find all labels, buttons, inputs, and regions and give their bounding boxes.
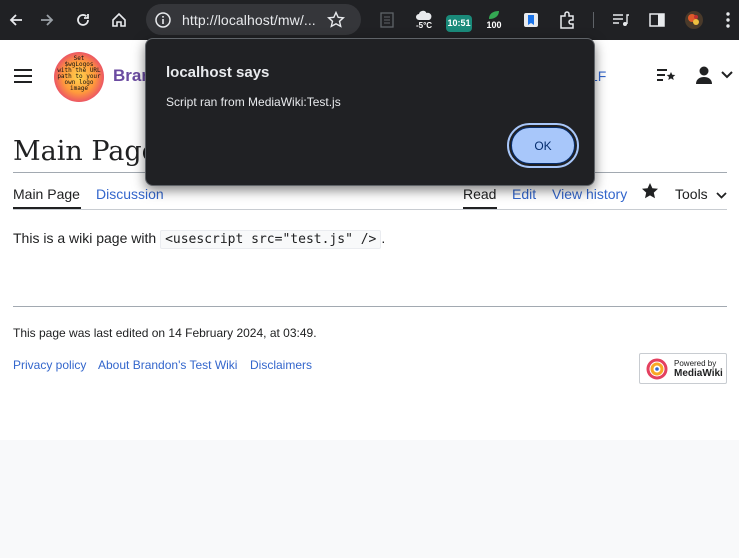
back-button[interactable] <box>4 8 28 32</box>
tab-view-history[interactable]: View history <box>552 186 627 202</box>
home-button[interactable] <box>107 8 131 32</box>
side-panel-button[interactable] <box>648 6 666 34</box>
side-panel-icon <box>649 13 665 27</box>
tab-read[interactable]: Read <box>463 186 496 202</box>
avatar-icon <box>685 11 703 29</box>
home-icon <box>112 12 126 27</box>
ok-button-label: OK <box>511 127 575 164</box>
chevron-down-icon <box>715 192 727 199</box>
page-content: This is a wiki page with <usescript src=… <box>13 230 386 249</box>
last-modified-text: This page was last edited on 14 February… <box>13 326 317 340</box>
site-info-icon[interactable] <box>154 11 172 29</box>
watchlist-button[interactable] <box>656 66 676 89</box>
tools-label: Tools <box>675 186 708 202</box>
extensions-button[interactable] <box>557 6 577 34</box>
star-outline-icon <box>327 11 345 28</box>
logo-placeholder-text: Set $wgLogos with the URL path to your o… <box>57 55 101 92</box>
disclaimers-link[interactable]: Disclaimers <box>250 358 312 372</box>
content-period: . <box>381 230 386 246</box>
page-bottom-area <box>0 440 739 558</box>
clock-time: 10:51 <box>447 18 471 28</box>
page-title: Main Page <box>13 136 158 167</box>
weather-temp: -5°C <box>415 21 433 30</box>
arrow-left-icon <box>9 14 22 26</box>
site-logo[interactable]: Set $wgLogos with the URL path to your o… <box>54 52 104 102</box>
bookmark-star-button[interactable] <box>327 6 345 34</box>
tabs-divider <box>13 209 727 210</box>
counter-badge: 100 <box>486 20 502 30</box>
watchlist-icon <box>657 69 676 81</box>
browser-menu-button[interactable] <box>722 6 734 34</box>
tab-discussion[interactable]: Discussion <box>96 186 164 202</box>
bookmark-app-icon <box>524 13 538 27</box>
reload-icon <box>77 14 89 26</box>
cloud-icon <box>416 10 432 20</box>
user-menu-button[interactable] <box>694 65 733 90</box>
content-code: <usescript src="test.js" /> <box>160 230 382 249</box>
mediawiki-label: MediaWiki <box>674 368 723 379</box>
star-icon <box>642 183 658 199</box>
about-link[interactable]: About Brandon's Test Wiki <box>98 358 237 372</box>
document-icon <box>380 12 394 28</box>
forward-button[interactable] <box>35 8 59 32</box>
arrow-right-icon <box>41 14 54 26</box>
tab-main-page[interactable]: Main Page <box>13 186 80 202</box>
puzzle-icon <box>560 11 574 29</box>
leaf-icon <box>489 11 499 19</box>
tools-menu-button[interactable]: Tools <box>675 186 727 202</box>
ok-button[interactable]: OK <box>507 123 579 168</box>
dialog-message: Script ran from MediaWiki:Test.js <box>166 95 341 109</box>
counter-extension[interactable]: 100 <box>483 6 505 34</box>
privacy-policy-link[interactable]: Privacy policy <box>13 358 86 372</box>
reader-mode-button[interactable] <box>378 6 396 34</box>
browser-toolbar: http://localhost/mw/... -5°C 10:51 100 <box>0 0 739 40</box>
powered-by-mediawiki-badge[interactable]: Powered by MediaWiki <box>639 353 727 384</box>
media-controls-button[interactable] <box>611 6 631 34</box>
url-text: http://localhost/mw/... <box>182 12 316 28</box>
kebab-menu-icon <box>726 12 730 28</box>
tab-edit[interactable]: Edit <box>512 186 536 202</box>
hamburger-bar <box>14 81 32 83</box>
clock-extension[interactable]: 10:51 <box>446 6 472 34</box>
powered-by-label: Powered by <box>674 359 717 368</box>
main-menu-button[interactable] <box>14 69 32 83</box>
footer-divider <box>13 306 727 307</box>
user-icon <box>696 66 712 84</box>
alert-dialog: localhost says Script ran from MediaWiki… <box>145 38 595 186</box>
watch-star-button[interactable] <box>641 182 659 205</box>
toolbar-divider <box>593 12 594 28</box>
hamburger-bar <box>14 69 32 71</box>
hamburger-bar <box>14 75 32 77</box>
content-text: This is a wiki page with <box>13 230 157 246</box>
playlist-icon <box>613 14 629 26</box>
weather-extension[interactable]: -5°C <box>411 6 437 34</box>
chevron-down-icon <box>721 71 733 79</box>
reload-button[interactable] <box>71 8 95 32</box>
profile-avatar-button[interactable] <box>683 6 705 34</box>
bookmark-extension[interactable] <box>522 6 540 34</box>
dialog-title: localhost says <box>166 64 270 81</box>
mediawiki-logo-icon <box>646 358 668 380</box>
